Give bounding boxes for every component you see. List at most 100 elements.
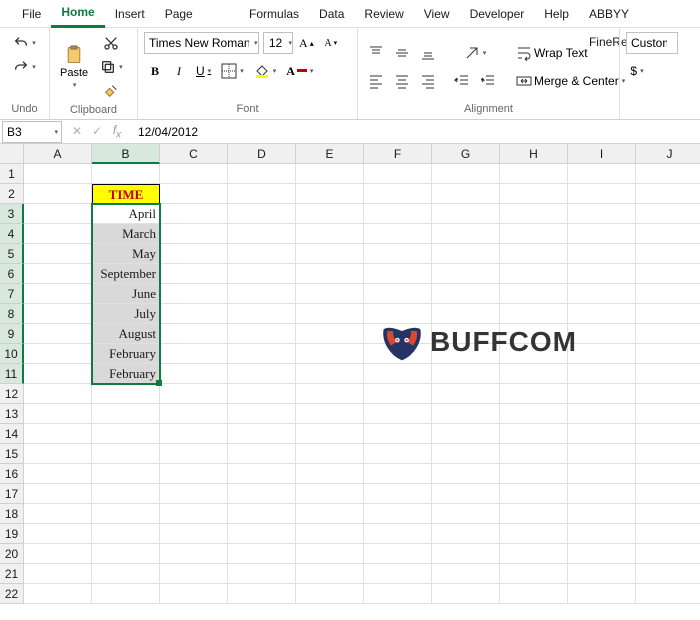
cell[interactable] [160,224,228,244]
cell[interactable] [228,384,296,404]
cell[interactable] [500,404,568,424]
cell[interactable] [636,224,700,244]
cell[interactable] [24,464,92,484]
redo-button[interactable]: ▾ [9,56,40,78]
tab-developer[interactable]: Developer [460,0,535,28]
cell[interactable] [364,524,432,544]
tab-data[interactable]: Data [309,0,354,28]
row-header[interactable]: 13 [0,404,24,424]
cell[interactable] [24,504,92,524]
cell[interactable] [500,304,568,324]
cell[interactable] [92,384,160,404]
cell[interactable] [364,484,432,504]
increase-indent-button[interactable] [476,70,500,92]
row-header[interactable]: 22 [0,584,24,604]
cell[interactable] [432,304,500,324]
cell[interactable] [636,544,700,564]
row-header[interactable]: 5 [0,244,24,264]
cell[interactable] [228,324,296,344]
cell[interactable] [636,504,700,524]
cell[interactable] [24,344,92,364]
tab-file[interactable]: File [12,0,51,28]
cell[interactable] [296,464,364,484]
italic-button[interactable]: I [168,60,190,82]
cell[interactable] [296,364,364,384]
cell[interactable] [636,444,700,464]
name-box-input[interactable] [3,125,47,139]
cell[interactable] [296,504,364,524]
cell-b4[interactable]: March [92,224,160,244]
cell[interactable] [228,424,296,444]
row-header[interactable]: 11 [0,364,24,384]
paste-button[interactable]: Paste ▾ [56,44,92,90]
cell-b7[interactable]: June [92,284,160,304]
tab-view[interactable]: View [414,0,460,28]
align-left-button[interactable] [364,70,388,92]
cell[interactable] [160,344,228,364]
cell[interactable] [228,484,296,504]
cell[interactable] [568,404,636,424]
formula-input[interactable] [132,121,700,143]
cell[interactable] [364,424,432,444]
grow-font-button[interactable]: A▴ [295,32,318,54]
col-header[interactable]: G [432,144,500,164]
cell[interactable] [24,484,92,504]
cell[interactable] [568,524,636,544]
wrap-text-button[interactable]: Wrap Text [512,42,622,64]
cell[interactable] [296,204,364,224]
cell[interactable] [432,564,500,584]
cell[interactable] [636,344,700,364]
align-bottom-button[interactable] [416,42,440,64]
cell[interactable] [296,444,364,464]
cell[interactable] [160,504,228,524]
cell[interactable] [432,464,500,484]
cell[interactable] [568,284,636,304]
cell[interactable] [160,464,228,484]
cell[interactable] [92,424,160,444]
cell[interactable] [364,544,432,564]
cell[interactable] [92,484,160,504]
cell[interactable] [500,424,568,444]
col-header[interactable]: B [92,144,160,164]
cell[interactable] [296,384,364,404]
cell[interactable] [364,584,432,604]
align-center-button[interactable] [390,70,414,92]
cell[interactable] [432,424,500,444]
cell[interactable] [296,284,364,304]
cell[interactable] [364,464,432,484]
cell[interactable] [568,324,636,344]
cell[interactable] [500,284,568,304]
cell[interactable] [92,564,160,584]
cell[interactable] [568,184,636,204]
cell-b9[interactable]: August [92,324,160,344]
cell[interactable] [364,284,432,304]
align-right-button[interactable] [416,70,440,92]
col-header[interactable]: I [568,144,636,164]
cell[interactable] [568,224,636,244]
cell[interactable] [364,304,432,324]
cell[interactable] [228,464,296,484]
cell[interactable] [500,164,568,184]
cell[interactable] [296,424,364,444]
cell[interactable] [636,464,700,484]
shrink-font-button[interactable]: A▾ [320,32,342,54]
cell[interactable] [500,504,568,524]
cell[interactable] [364,404,432,424]
cell[interactable] [500,384,568,404]
col-header[interactable]: H [500,144,568,164]
row-header[interactable]: 21 [0,564,24,584]
cell[interactable] [24,444,92,464]
font-name-box[interactable]: ▾ [144,32,259,54]
cell[interactable] [500,484,568,504]
cell[interactable] [228,444,296,464]
cell[interactable] [92,544,160,564]
cell[interactable] [432,484,500,504]
row-header[interactable]: 7 [0,284,24,304]
cell[interactable] [296,404,364,424]
col-header[interactable]: D [228,144,296,164]
cell[interactable] [500,564,568,584]
cell[interactable] [160,404,228,424]
cell[interactable] [364,324,432,344]
cell[interactable] [636,204,700,224]
cell[interactable] [364,344,432,364]
